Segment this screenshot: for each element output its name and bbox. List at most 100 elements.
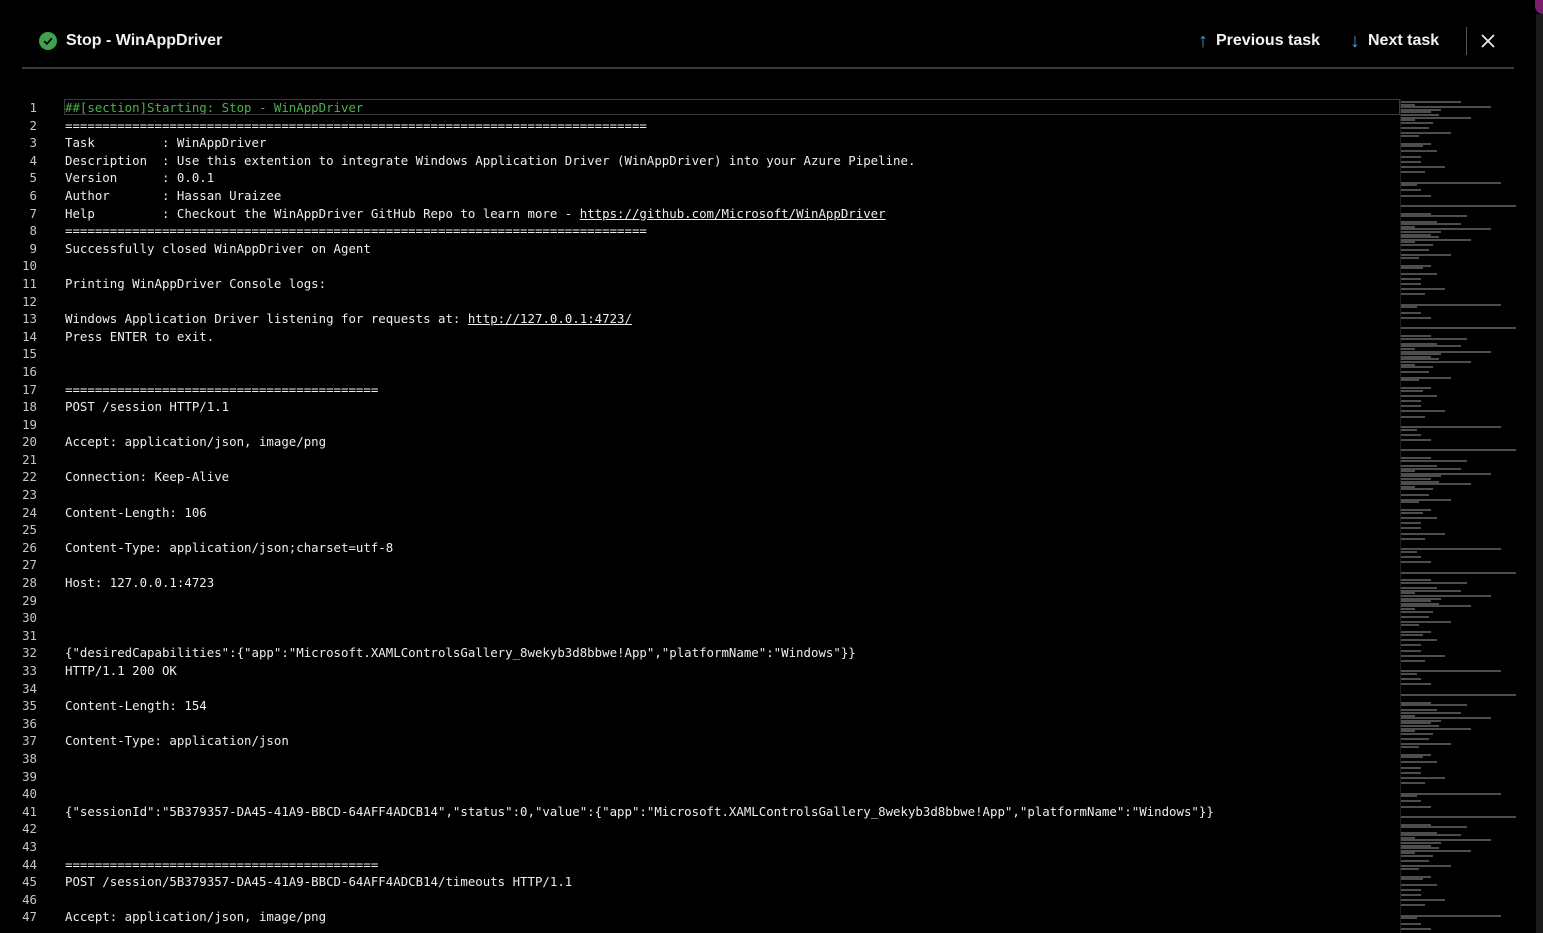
minimap-line (1401, 215, 1467, 218)
minimap-line (1401, 550, 1417, 553)
minimap-line (1401, 171, 1425, 174)
minimap-line (1401, 878, 1423, 881)
log-line: 27 (0, 556, 1400, 574)
line-number: 31 (22, 627, 37, 643)
log-text: Connection: Keep-Alive (65, 468, 229, 486)
line-number: 1 (29, 100, 37, 115)
log-line: 43 (0, 838, 1400, 856)
log-text-content: ##[section]Starting: Stop - WinAppDriver (65, 100, 364, 115)
log-text: {"sessionId":"5B379357-DA45-41A9-BBCD-64… (65, 803, 1214, 821)
minimap-line (1401, 654, 1445, 657)
line-number: 16 (22, 363, 37, 379)
line-number: 25 (22, 522, 37, 538)
log-line: 33 HTTP/1.1 200 OK (0, 662, 1400, 680)
log-line: 3 Task : WinAppDriver (0, 134, 1400, 152)
log-text-content: Connection: Keep-Alive (65, 469, 230, 485)
minimap-line (1401, 493, 1429, 496)
line-number: 3 (29, 135, 37, 151)
log-text-content: Content-Type: application/json (65, 733, 289, 749)
minimap-line (1401, 639, 1437, 642)
line-number: 28 (22, 575, 37, 591)
log-line: 14 Press ENTER to exit. (0, 328, 1400, 346)
minimap-line (1401, 738, 1429, 740)
minimap-line (1401, 704, 1467, 707)
minimap-line (1401, 771, 1421, 774)
log-line: 21 (0, 451, 1400, 469)
line-number: 23 (22, 487, 37, 503)
minimap-line (1401, 249, 1429, 252)
line-number: 15 (22, 346, 37, 362)
line-number: 35 (22, 698, 37, 714)
minimap-line (1401, 537, 1425, 540)
minimap-line (1401, 428, 1417, 431)
line-number: 44 (22, 856, 37, 872)
minimap-line (1401, 283, 1421, 285)
log-text-content: POST /session HTTP/1.1 (65, 399, 230, 415)
window-edge-accent (1535, 0, 1543, 14)
minimap-line (1401, 517, 1437, 519)
minimap-line (1401, 293, 1425, 296)
log-line: 32 {"desiredCapabilities":{"app":"Microso… (0, 644, 1400, 662)
log-link[interactable]: https://github.com/Microsoft/WinAppDrive… (580, 206, 886, 221)
minimap-line (1401, 649, 1421, 652)
log-text: ##[section]Starting: Stop - WinAppDriver (65, 99, 363, 117)
minimap-line (1401, 501, 1419, 504)
log-viewer[interactable]: 1 ##[section]Starting: Stop - WinAppDrive… (0, 99, 1400, 933)
minimap-line (1401, 615, 1429, 618)
log-line: 44 ======================================… (0, 856, 1400, 874)
line-number: 12 (22, 293, 37, 309)
log-line: 4 Description : Use this extention to int… (0, 152, 1400, 170)
log-text: Accept: application/json, image/png (65, 908, 326, 926)
log-line: 28 Host: 127.0.0.1:4723 (0, 574, 1400, 592)
line-number: 22 (22, 469, 37, 485)
log-text: ========================================… (65, 222, 647, 240)
line-number: 24 (22, 504, 37, 520)
line-number: 10 (22, 258, 37, 274)
vertical-scrollbar[interactable] (1536, 14, 1543, 933)
line-number: 47 (22, 909, 37, 925)
minimap-line (1401, 311, 1421, 314)
log-line: 35 Content-Length: 154 (0, 697, 1400, 715)
line-number: 33 (22, 663, 37, 678)
line-number: 2 (29, 117, 37, 133)
log-line: 8 =======================================… (0, 222, 1400, 240)
arrow-up-icon: ↑ (1198, 30, 1208, 52)
log-line: 25 (0, 521, 1400, 539)
line-number: 9 (29, 240, 37, 256)
header-divider (1466, 27, 1467, 55)
log-line: 15 (0, 345, 1400, 363)
close-button[interactable] (1478, 29, 1498, 53)
line-number: 27 (22, 557, 37, 573)
log-line: 10 (0, 257, 1400, 275)
log-text: Content-Type: application/json (65, 732, 289, 750)
line-number: 21 (22, 451, 37, 467)
minimap-line (1401, 121, 1433, 124)
log-text: Author : Hassan Uraizee (65, 187, 281, 205)
task-title: Stop - WinAppDriver (66, 32, 223, 49)
log-line: 40 (0, 785, 1400, 803)
log-line: 23 (0, 486, 1400, 504)
line-number: 38 (22, 750, 37, 766)
text-cursor (64, 101, 65, 115)
log-text-content: Version : 0.0.1 (65, 170, 215, 186)
minimap-line (1401, 337, 1467, 340)
log-line: 9 Successfully closed WinAppDriver on Age… (0, 240, 1400, 258)
minimap-line (1401, 288, 1445, 291)
log-minimap[interactable] (1400, 99, 1523, 933)
previous-task-button[interactable]: ↑ Previous task (1198, 29, 1320, 53)
log-line: 46 (0, 891, 1400, 909)
log-text: ========================================… (65, 381, 378, 399)
line-number: 13 (22, 311, 37, 327)
minimap-line (1401, 561, 1431, 564)
minimap-line (1401, 795, 1417, 798)
minimap-line (1401, 899, 1445, 902)
minimap-line (1401, 205, 1516, 207)
minimap-line (1401, 756, 1423, 759)
log-line: 1 ##[section]Starting: Stop - WinAppDrive… (0, 99, 1400, 117)
minimap-line (1401, 623, 1419, 626)
next-task-button[interactable]: ↓ Next task (1350, 29, 1439, 53)
minimap-line (1401, 644, 1421, 647)
log-line: 37 Content-Type: application/json (0, 732, 1400, 750)
log-link[interactable]: http://127.0.0.1:4723/ (468, 311, 632, 326)
minimap-line (1401, 379, 1419, 382)
